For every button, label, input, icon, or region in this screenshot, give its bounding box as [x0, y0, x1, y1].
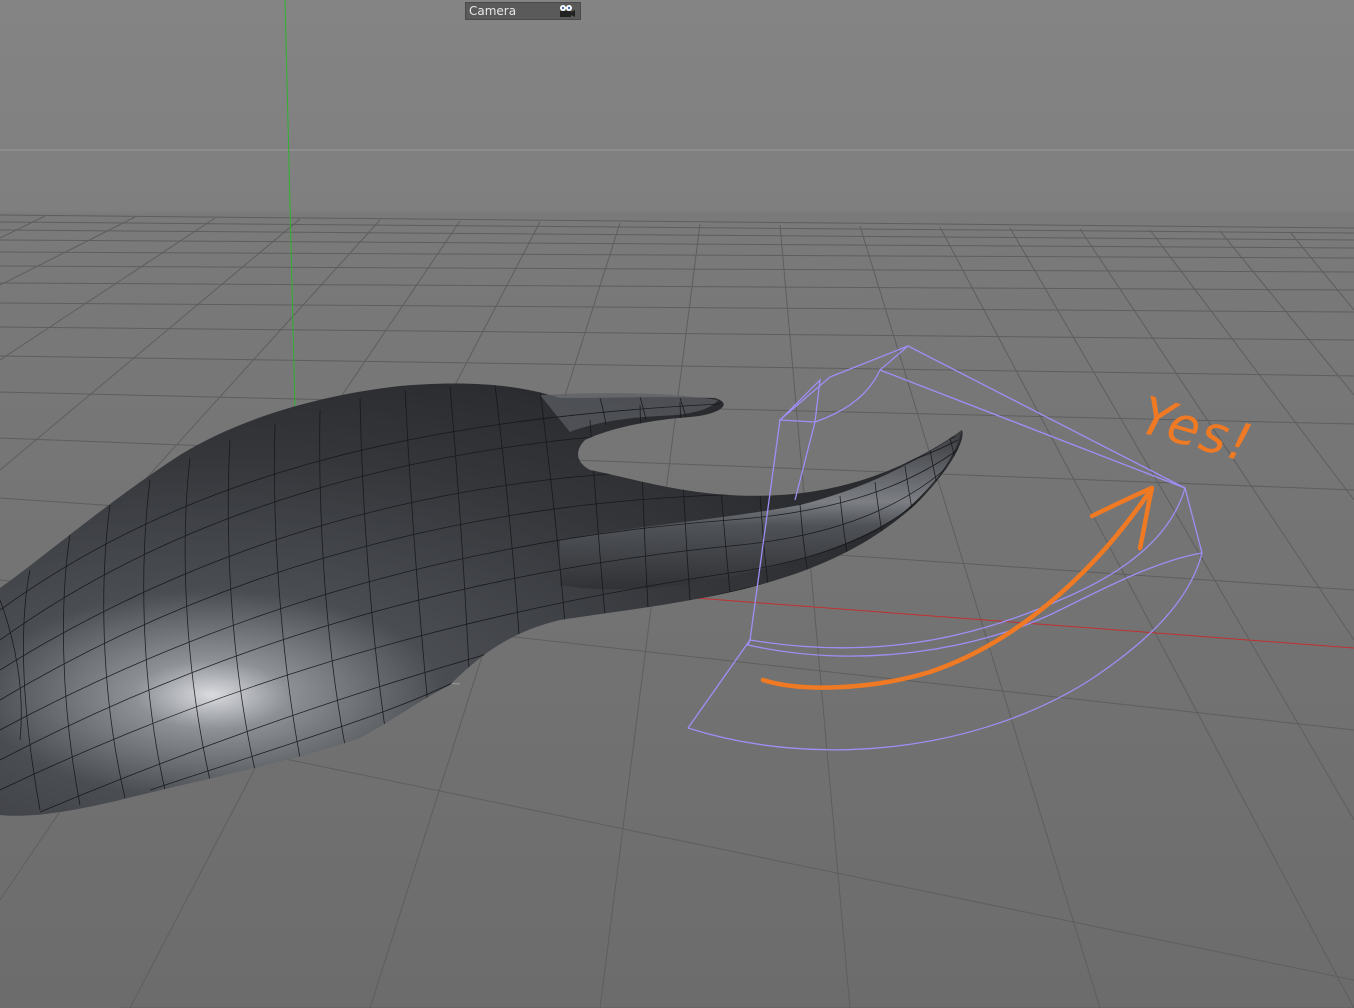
y-axis-line [284, 0, 296, 409]
camera-selector[interactable]: Camera [465, 2, 581, 20]
mesh-object[interactable] [0, 383, 963, 816]
3d-viewport[interactable]: Camera Yes! [0, 0, 1354, 1008]
camera-icon[interactable] [558, 4, 576, 18]
scene-canvas[interactable] [0, 0, 1354, 1008]
x-axis-line [589, 589, 1354, 649]
camera-label: Camera [469, 4, 517, 18]
